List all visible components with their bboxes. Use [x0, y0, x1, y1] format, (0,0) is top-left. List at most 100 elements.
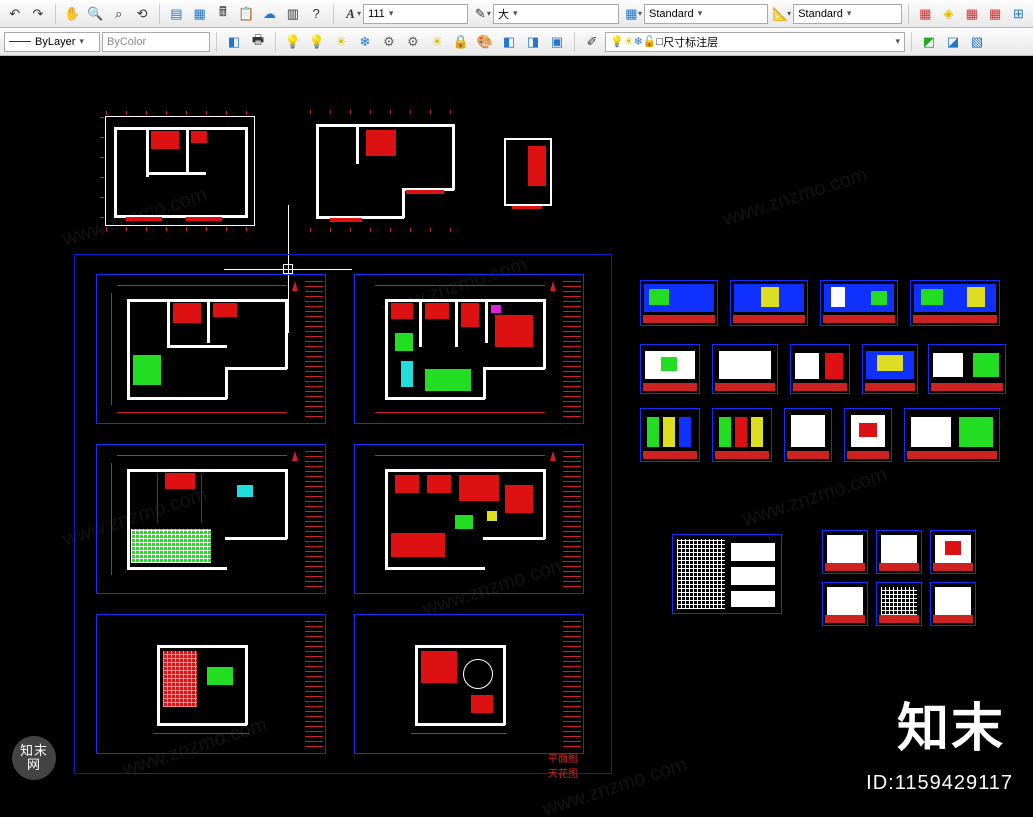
chevron-down-icon: ▾	[698, 8, 703, 19]
layer-bulb-icon: 💡	[610, 35, 624, 48]
separator	[911, 32, 912, 52]
dim-style-1-value: Standard	[649, 8, 694, 20]
elev-c1	[640, 408, 700, 462]
sheet-3-2	[354, 614, 584, 754]
sheet-2-2	[354, 444, 584, 594]
layer-freeze-icon: ❄	[634, 35, 643, 48]
layer-sun-icon: ☀	[624, 35, 634, 48]
toolbar-row-2: ByLayer ▾ ◧ 🖶 💡 💡 ☀ ❄ ⚙ ⚙ ☀ 🔒 🎨 ◧ ◨ ▣ ✐ …	[0, 28, 1033, 56]
dim-size-value: 大	[498, 6, 509, 22]
elev-c3	[784, 408, 832, 462]
annotation-icon[interactable]: ✐	[581, 31, 603, 53]
linetype-combo[interactable]: ByLayer ▾	[4, 32, 100, 52]
elev-c2	[712, 408, 772, 462]
separator	[55, 4, 56, 24]
layers-stack-icon[interactable]: ◧	[223, 31, 245, 53]
bulb-icon[interactable]: 💡	[306, 31, 328, 53]
sheet-1-2	[354, 274, 584, 424]
watermark: www.znzmo.com	[720, 163, 870, 231]
watermark: www.znzmo.com	[740, 463, 890, 531]
elev-a2	[730, 280, 808, 326]
chevron-down-icon: ▾	[79, 36, 84, 47]
sun-icon[interactable]: ☀	[330, 31, 352, 53]
layers-b-icon[interactable]: ◨	[522, 31, 544, 53]
dim-size-combo[interactable]: 大 ▾	[493, 4, 619, 24]
palette-icon[interactable]: 🎨	[474, 31, 496, 53]
sheet-3-1	[96, 614, 326, 754]
calculator-icon[interactable]: 🖩	[212, 3, 233, 25]
gear-icon[interactable]: ⚙	[378, 31, 400, 53]
bulb-on-icon[interactable]: 💡	[282, 31, 304, 53]
freeze-icon[interactable]: ❄	[354, 31, 376, 53]
printer-icon[interactable]: 🖶	[247, 31, 269, 53]
brand-id: ID:1159429117	[866, 772, 1013, 795]
linetype-value: ByLayer	[35, 36, 75, 48]
elev-c4	[844, 408, 892, 462]
redo-icon[interactable]: ↷	[27, 3, 48, 25]
dim-tool-icon[interactable]: ⊞	[1008, 3, 1029, 25]
plan-top-3	[500, 134, 556, 210]
separator	[275, 32, 276, 52]
sheet-group-label: 平面图 天花图	[528, 750, 598, 780]
plan-top-1	[105, 116, 255, 226]
sheet-2-1	[96, 444, 326, 594]
sheet-set-icon[interactable]: ▦	[189, 3, 210, 25]
elev-b3	[790, 344, 850, 394]
elev-d1	[672, 534, 782, 614]
chevron-down-icon: ▾	[895, 36, 900, 47]
grid-tool-icon[interactable]: ▦	[984, 3, 1005, 25]
zoom-previous-icon[interactable]: ⟲	[131, 3, 152, 25]
elev-a3	[820, 280, 898, 326]
dim-style-combo-1[interactable]: Standard ▾	[644, 4, 768, 24]
separator	[159, 4, 160, 24]
plan-top-2	[310, 116, 460, 226]
separator	[216, 32, 217, 52]
zoom-realtime-icon[interactable]: 🔍	[85, 3, 106, 25]
line-preview	[9, 41, 31, 42]
layerprop-a-icon[interactable]: ◩	[918, 31, 940, 53]
pan-icon[interactable]: ✋	[62, 3, 83, 25]
elev-b4	[862, 344, 918, 394]
toolbar-row-1: ↶ ↷ ✋ 🔍 ⌕ ⟲ ▤ ▦ 🖩 📋 ☁ ▥ ? A ▾ 111 ▾ ✎ ▾ …	[0, 0, 1033, 28]
current-layer-combo[interactable]: 💡 ☀ ❄ 🔓 □ 尺寸标注层 ▾	[605, 32, 905, 52]
layerprop-b-icon[interactable]: ◪	[942, 31, 964, 53]
current-layer-value: 尺寸标注层	[663, 34, 718, 50]
sheet-1-1	[96, 274, 326, 424]
separator	[333, 4, 334, 24]
elev-a4	[910, 280, 1000, 326]
dim-style-2-value: Standard	[798, 8, 843, 20]
layers-a-icon[interactable]: ◧	[498, 31, 520, 53]
elev-b5	[928, 344, 1006, 394]
grid-highlighted-icon[interactable]: ▦	[961, 3, 982, 25]
drawing-viewport[interactable]: www.znzmo.com www.znzmo.com www.znzmo.co…	[0, 56, 1033, 817]
layer-lock-icon: 🔓	[643, 35, 657, 48]
chevron-down-icon: ▾	[513, 8, 518, 19]
elev-b2	[712, 344, 778, 394]
layers-c-icon[interactable]: ▣	[546, 31, 568, 53]
elev-b1	[640, 344, 700, 394]
text-style-value: 111	[368, 8, 385, 20]
grid-red-icon[interactable]: ▦	[915, 3, 936, 25]
separator	[908, 4, 909, 24]
elev-c5	[904, 408, 1000, 462]
zoom-window-icon[interactable]: ⌕	[108, 3, 129, 25]
sun2-icon[interactable]: ☀	[426, 31, 448, 53]
properties-icon[interactable]: ▤	[166, 3, 187, 25]
linecolor-input[interactable]	[102, 32, 210, 52]
separator	[574, 32, 575, 52]
brand-badge: 知末 网	[12, 736, 56, 780]
layer-square-icon: □	[657, 36, 664, 48]
brand-text: 知末	[897, 686, 1005, 761]
tool-palette-icon[interactable]: ▥	[282, 3, 303, 25]
lock-icon[interactable]: 🔒	[450, 31, 472, 53]
chevron-down-icon: ▾	[847, 8, 852, 19]
undo-icon[interactable]: ↶	[4, 3, 25, 25]
dim-style-combo-2[interactable]: Standard ▾	[793, 4, 901, 24]
help-icon[interactable]: ?	[306, 3, 327, 25]
layer-iso-icon[interactable]: ◈	[938, 3, 959, 25]
cloud-icon[interactable]: ☁	[259, 3, 280, 25]
clipboard-icon[interactable]: 📋	[236, 3, 257, 25]
layerprop-c-icon[interactable]: ▧	[966, 31, 988, 53]
gear2-icon[interactable]: ⚙	[402, 31, 424, 53]
text-style-combo[interactable]: 111 ▾	[363, 4, 468, 24]
